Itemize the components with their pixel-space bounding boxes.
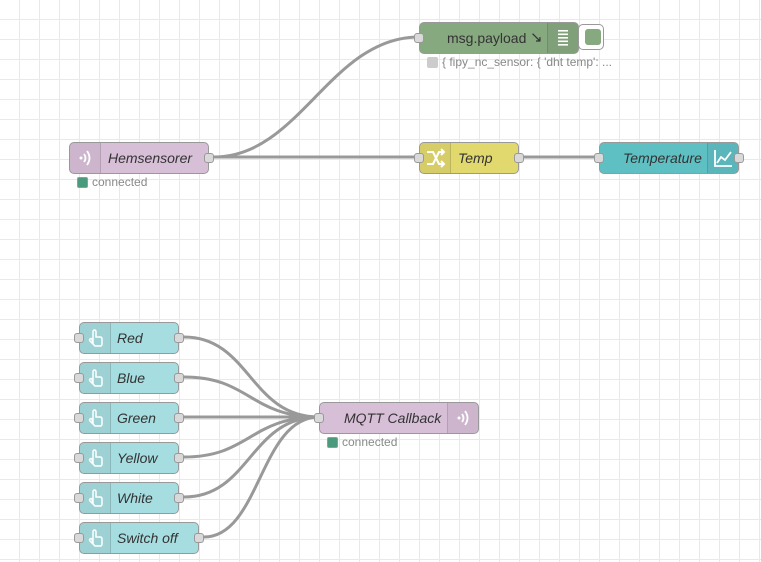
debug-toggle-button[interactable] bbox=[578, 24, 604, 50]
flow-wires bbox=[183, 35, 599, 539]
node-temperature[interactable]: Temperature bbox=[594, 142, 744, 174]
inject-button-white[interactable]: White bbox=[74, 482, 184, 514]
wire-switch-off-to-mqtt-callback[interactable] bbox=[203, 415, 320, 539]
hand-pointer-icon bbox=[80, 443, 111, 473]
inject-button-label: Red bbox=[117, 330, 143, 346]
debug-status-text: { fipy_nc_sensor: { 'dht temp': ... bbox=[442, 55, 613, 69]
output-port[interactable] bbox=[734, 153, 744, 163]
inject-button-label: White bbox=[117, 490, 153, 506]
input-port[interactable] bbox=[74, 493, 84, 503]
input-port[interactable] bbox=[74, 413, 84, 423]
output-port[interactable] bbox=[514, 153, 524, 163]
inject-button-blue[interactable]: Blue bbox=[74, 362, 184, 394]
hand-pointer-icon bbox=[80, 323, 111, 353]
node-temperature-label: Temperature bbox=[623, 150, 702, 166]
status-dot-icon bbox=[77, 177, 88, 188]
debug-toggle-knob bbox=[585, 29, 601, 45]
hand-pointer-icon bbox=[80, 363, 111, 393]
input-port[interactable] bbox=[74, 333, 84, 343]
node-mqtt-callback[interactable]: MQTT Callback bbox=[314, 402, 479, 434]
output-port[interactable] bbox=[204, 153, 214, 163]
node-temp[interactable]: Temp bbox=[414, 142, 524, 174]
mqtt-wave-icon bbox=[70, 143, 101, 173]
input-port[interactable] bbox=[314, 413, 324, 423]
inject-button-green[interactable]: Green bbox=[74, 402, 184, 434]
output-port[interactable] bbox=[174, 413, 184, 423]
status-dot-icon bbox=[327, 437, 338, 448]
input-port[interactable] bbox=[414, 33, 424, 43]
input-port[interactable] bbox=[74, 453, 84, 463]
output-port[interactable] bbox=[174, 493, 184, 503]
output-port[interactable] bbox=[174, 373, 184, 383]
output-port[interactable] bbox=[174, 453, 184, 463]
input-port[interactable] bbox=[74, 373, 84, 383]
debug-list-icon bbox=[547, 23, 578, 53]
hand-pointer-icon bbox=[80, 483, 111, 513]
hemsensorer-status-text: connected bbox=[92, 175, 148, 189]
status-dot-icon bbox=[427, 57, 438, 68]
output-port[interactable] bbox=[174, 333, 184, 343]
inject-button-yellow[interactable]: Yellow bbox=[74, 442, 184, 474]
node-hemsensorer-label: Hemsensorer bbox=[108, 150, 193, 166]
input-port[interactable] bbox=[414, 153, 424, 163]
output-port[interactable] bbox=[194, 533, 204, 543]
input-port[interactable] bbox=[74, 533, 84, 543]
node-debug-label: msg.payload bbox=[447, 30, 527, 46]
inject-button-label: Green bbox=[117, 410, 156, 426]
wire-blue-to-mqtt-callback[interactable] bbox=[183, 375, 320, 419]
mqtt-callback-status-text: connected bbox=[342, 435, 398, 449]
node-debug[interactable]: msg.payload ↘ bbox=[414, 22, 579, 54]
inject-button-red[interactable]: Red bbox=[74, 322, 184, 354]
inject-button-label: Yellow bbox=[117, 450, 158, 466]
arrow-down-right-icon: ↘ bbox=[530, 29, 543, 46]
inject-button-label: Blue bbox=[117, 370, 146, 386]
hand-pointer-icon bbox=[80, 403, 111, 433]
inject-button-label: Switch off bbox=[117, 530, 178, 546]
hand-pointer-icon bbox=[80, 523, 111, 553]
inject-button-switch-off[interactable]: Switch off bbox=[74, 522, 204, 554]
node-mqtt-callback-label: MQTT Callback bbox=[344, 410, 442, 426]
mqtt-wave-icon bbox=[447, 403, 478, 433]
node-temp-label: Temp bbox=[458, 150, 493, 166]
wire-hemsensorer-to-debug[interactable] bbox=[213, 35, 420, 159]
node-hemsensorer[interactable]: Hemsensorer bbox=[69, 142, 214, 174]
shuffle-icon bbox=[420, 143, 451, 173]
input-port[interactable] bbox=[594, 153, 604, 163]
